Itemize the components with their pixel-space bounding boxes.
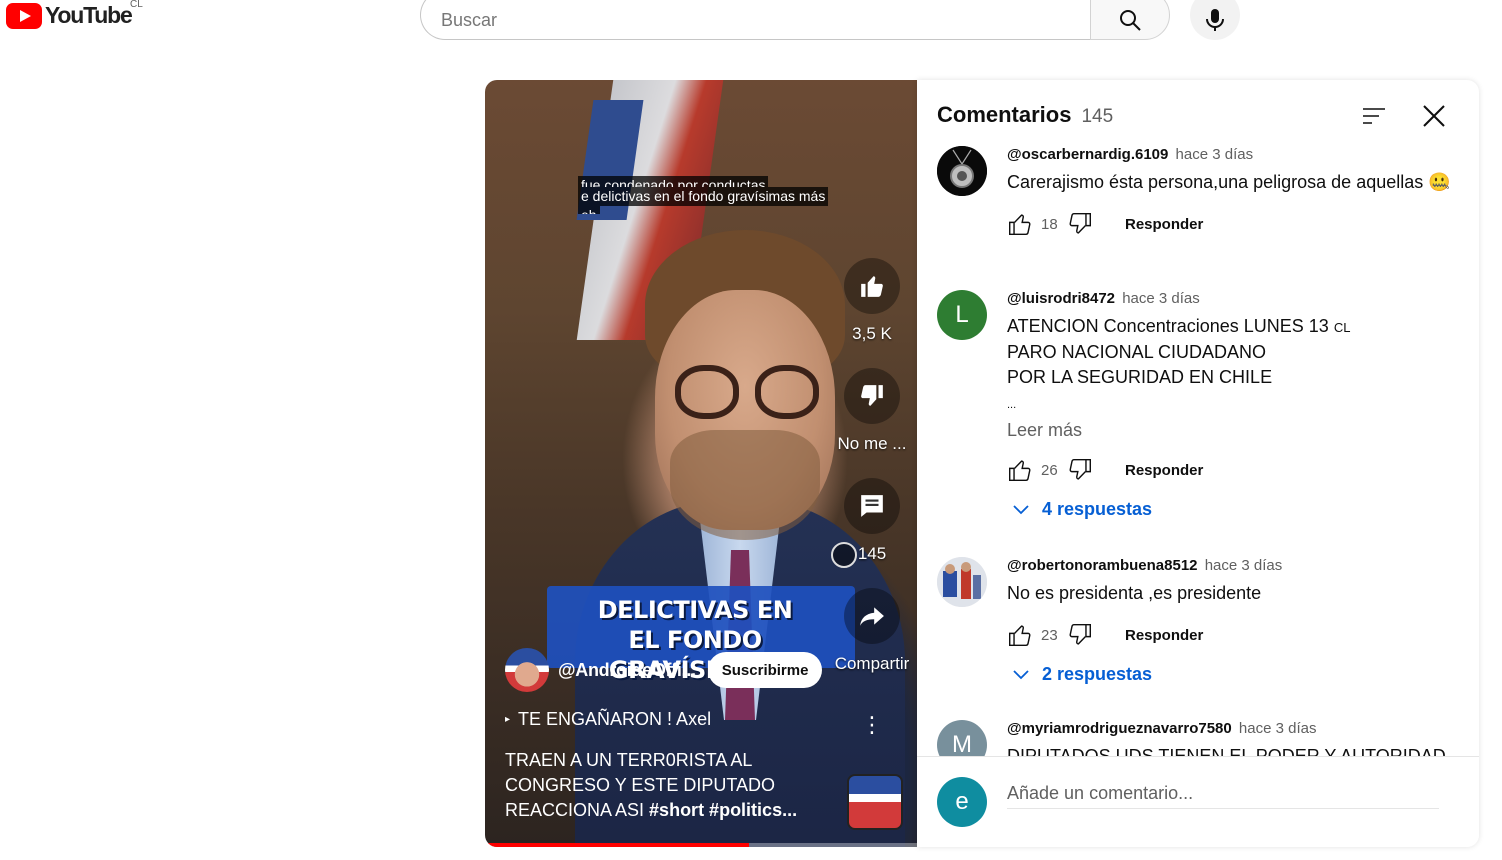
dislike-button[interactable]: No me ... [832,368,912,454]
comment-text: No es presidenta ,es presidente [1007,583,1262,603]
logo-text: YouTube [45,2,133,28]
reply-button[interactable]: Responder [1125,462,1203,479]
user-avatar: e [937,777,987,827]
youtube-logo[interactable]: YouTube CL [6,0,143,29]
replies-toggle[interactable]: 4 respuestas [1012,499,1457,520]
search-input[interactable] [441,9,1090,31]
comment-actions: 23 Responder [1007,618,1457,652]
comment-author[interactable]: @robertonorambuena8512 [1007,557,1198,574]
channel-avatar[interactable] [505,648,549,692]
comment-author[interactable]: @luisrodri8472 [1007,290,1115,307]
close-icon [1423,105,1445,127]
search-icon [1120,10,1141,31]
video-progress-fill [485,843,749,847]
thumbs-up-icon[interactable] [1007,457,1033,483]
comment-time[interactable]: hace 3 días [1205,557,1283,574]
music-icon: ▸ [505,714,511,725]
comments-header: Comentarios 145 [937,102,1113,128]
close-button[interactable] [1420,102,1448,130]
comments-count: 145 [1081,106,1114,127]
channel-info: @AndroideOffi... Suscribirme [505,648,823,692]
flag-cl-icon: CL [1333,320,1351,335]
thumbs-down-icon[interactable] [1067,622,1093,648]
add-comment-input[interactable] [1007,779,1439,809]
sound-thumbnail[interactable] [847,774,903,830]
video-title[interactable]: TRAEN A UN TERR0RISTA AL CONGRESO Y ESTE… [505,748,805,823]
subscribe-button[interactable]: Suscribirme [707,652,823,688]
comment-author[interactable]: @oscarbernardig.6109 [1007,146,1168,163]
comment-actions: 26 Responder [1007,453,1457,487]
chevron-down-icon [1013,669,1029,679]
video-progress-bar[interactable] [485,843,917,847]
replies-toggle[interactable]: 2 respuestas [1012,664,1457,685]
comment-composer: e [917,756,1479,847]
sound-link[interactable]: ▸ TE ENGAÑARON ! Axel [505,709,711,730]
search-button[interactable] [1090,0,1170,40]
video-hashtags[interactable]: #short #politics... [649,800,797,820]
like-count: 23 [1041,626,1058,644]
comment-time[interactable]: hace 3 días [1122,290,1200,307]
sort-icon [1363,108,1385,124]
avatar[interactable] [937,557,987,607]
microphone-icon [1206,9,1224,31]
chevron-down-icon [1013,504,1029,514]
thumbs-down-icon[interactable] [1067,457,1093,483]
badge-icon [831,542,857,568]
shorts-video-player[interactable]: fue condenado por conductas e delictivas… [485,80,917,847]
flag-figures-icon [937,557,987,607]
more-options-icon[interactable]: ⋮ [857,710,887,740]
reply-button[interactable]: Responder [1125,216,1203,233]
thumbs-up-icon [861,276,883,297]
share-icon [860,607,884,626]
read-more-link[interactable]: Leer más [1007,420,1457,441]
share-label: Compartir [834,654,910,673]
comment-time[interactable]: hace 3 días [1239,720,1317,737]
video-subtitles: fue condenado por conductas e delictivas… [578,176,829,214]
medal-icon [937,146,987,196]
comment-author[interactable]: @myriamrodrigueznavarro7580 [1007,720,1232,737]
thumbs-down-icon[interactable] [1067,211,1093,237]
comments-panel: Comentarios 145 @oscarbernardig.6109 hac… [917,80,1479,847]
comment-text: Carerajismo ésta persona,una peligrosa d… [1007,172,1451,192]
thumbs-down-icon [861,385,883,406]
channel-name[interactable]: @AndroideOffi... [558,660,696,681]
voice-search-button[interactable] [1190,0,1240,40]
thumbs-up-icon[interactable] [1007,622,1033,648]
sort-button[interactable] [1360,102,1388,130]
comment-actions: 18 Responder [1007,207,1457,241]
sound-name: TE ENGAÑARON ! Axel [518,709,712,729]
like-count: 26 [1041,461,1058,479]
search-box[interactable] [420,0,1090,40]
youtube-play-icon [6,2,42,29]
like-count: 18 [1041,215,1058,233]
comment-icon [861,495,883,517]
avatar[interactable]: M [937,720,987,756]
comments-title: Comentarios [937,102,1072,127]
comment-time[interactable]: hace 3 días [1176,146,1254,163]
share-button[interactable]: Compartir [832,588,912,674]
thumbs-up-icon[interactable] [1007,211,1033,237]
comment-text: ATENCION Concentraciones LUNES 13 CL PAR… [1007,316,1351,411]
reply-button[interactable]: Responder [1125,627,1203,644]
avatar[interactable] [937,146,987,196]
logo-country-code: CL [130,0,143,10]
avatar[interactable]: L [937,290,987,340]
dislike-label: No me ... [837,434,907,453]
like-button[interactable]: 3,5 K [832,258,912,344]
comment-text: DIPUTADOS UDS TIENEN EL PODER Y AUTORIDA… [1007,746,1446,756]
like-count: 3,5 K [852,324,892,343]
comment-item: M @myriamrodrigueznavarro7580 hace 3 día… [937,720,1457,756]
